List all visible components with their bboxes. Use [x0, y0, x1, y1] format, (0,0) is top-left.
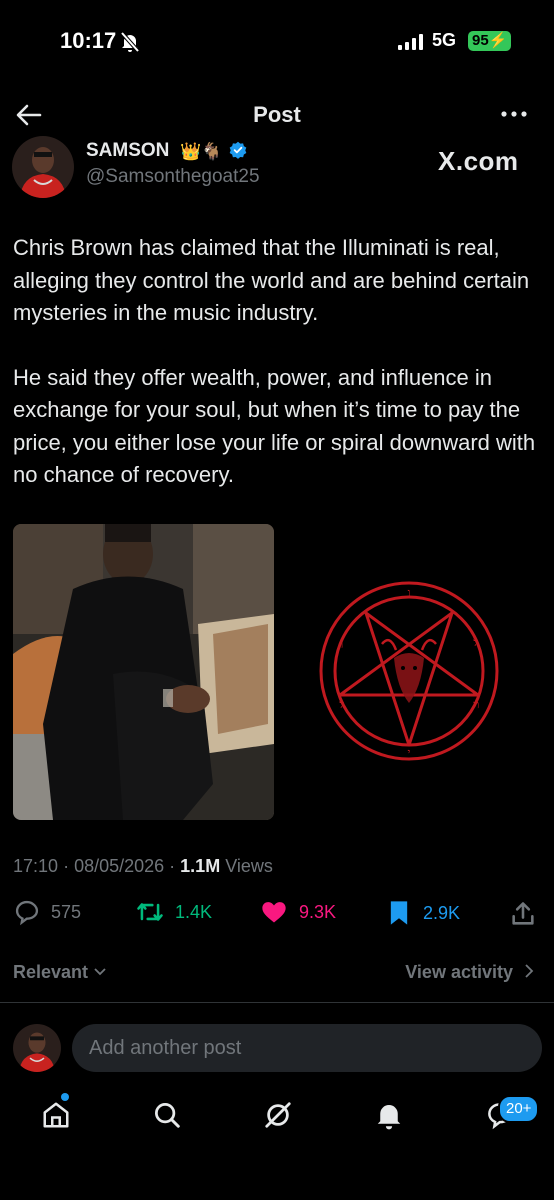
repost-count: 1.4K — [175, 901, 213, 922]
reply-avatar[interactable] — [13, 1024, 61, 1072]
repost-icon — [137, 903, 163, 921]
like-count: 9.3K — [299, 901, 337, 922]
views-count: 1.1M — [180, 856, 221, 876]
bottom-nav — [0, 1090, 554, 1146]
author-handle[interactable]: @Samsonthegoat25 — [86, 166, 260, 188]
heart-icon — [262, 902, 286, 923]
divider — [0, 1002, 554, 1003]
replies-filter-dropdown[interactable]: Relevant — [13, 962, 107, 983]
page-title: Post — [253, 102, 301, 127]
like-button[interactable]: 9.3K — [259, 898, 336, 926]
nav-grok[interactable] — [250, 1090, 306, 1146]
grok-icon — [265, 1102, 291, 1128]
battery-level: 95⚡ — [468, 31, 512, 51]
share-icon[interactable] — [509, 900, 537, 928]
baphomet-sigil-image[interactable]: ו ל ת י ל ן — [316, 578, 502, 764]
network-type: 5G — [432, 30, 457, 50]
meta-separator: · — [63, 856, 75, 876]
bookmark-count: 2.9K — [423, 902, 461, 923]
reply-count: 575 — [51, 901, 82, 922]
svg-text:ת: ת — [473, 698, 480, 711]
svg-text:ו: ו — [408, 586, 411, 599]
home-icon — [43, 1102, 69, 1128]
messages-badge: 20+ — [498, 1095, 540, 1123]
xcom-watermark: X.com — [438, 146, 519, 176]
status-time: 10:17 — [60, 28, 117, 53]
replies-filter-label: Relevant — [13, 962, 89, 982]
nav-search[interactable] — [139, 1090, 195, 1146]
svg-text:י: י — [408, 746, 411, 759]
bookmark-icon — [390, 901, 408, 925]
author-badges: 👑🐐 — [180, 141, 247, 162]
action-bar: 575 1.4K 9.3K 2.9K — [13, 898, 541, 932]
author-name[interactable]: SAMSON — [86, 140, 169, 162]
post-paragraph: He said they offer wealth, power, and in… — [13, 364, 536, 488]
meta-separator: · — [169, 856, 181, 876]
bell-slash-icon — [120, 31, 140, 53]
post-meta: 17:10 · 08/05/2026 · 1.1M Views — [13, 856, 273, 877]
nav-notifications[interactable] — [361, 1090, 417, 1146]
verified-icon — [229, 141, 247, 159]
svg-text:ל: ל — [338, 698, 344, 711]
post-date: 08/05/2026 — [74, 856, 165, 876]
bookmark-button[interactable]: 2.9K — [385, 898, 460, 928]
reply-input[interactable] — [72, 1024, 542, 1072]
search-icon — [155, 1103, 180, 1128]
author-emoji: 👑🐐 — [180, 142, 223, 161]
reply-icon — [15, 900, 39, 926]
avatar[interactable] — [12, 136, 74, 198]
post-text: Chris Brown has claimed that the Illumin… — [13, 232, 545, 524]
svg-text:ן: ן — [341, 636, 344, 649]
view-activity-link[interactable]: View activity — [405, 962, 536, 983]
home-unread-dot — [61, 1093, 69, 1101]
nav-home[interactable] — [28, 1090, 84, 1146]
notifications-icon — [377, 1105, 401, 1130]
chevron-right-icon — [525, 964, 534, 978]
more-icon[interactable] — [498, 104, 530, 124]
post-time: 17:10 — [13, 856, 59, 876]
post-photo[interactable] — [13, 524, 274, 820]
view-activity-label: View activity — [405, 962, 513, 982]
signal-icon — [398, 34, 423, 50]
reply-button[interactable]: 575 — [13, 898, 81, 926]
svg-text:ל: ל — [472, 636, 478, 649]
views-label: Views — [225, 856, 273, 876]
repost-button[interactable]: 1.4K — [135, 898, 212, 926]
post-paragraph: Chris Brown has claimed that the Illumin… — [13, 235, 530, 325]
chevron-down-icon — [94, 968, 106, 976]
